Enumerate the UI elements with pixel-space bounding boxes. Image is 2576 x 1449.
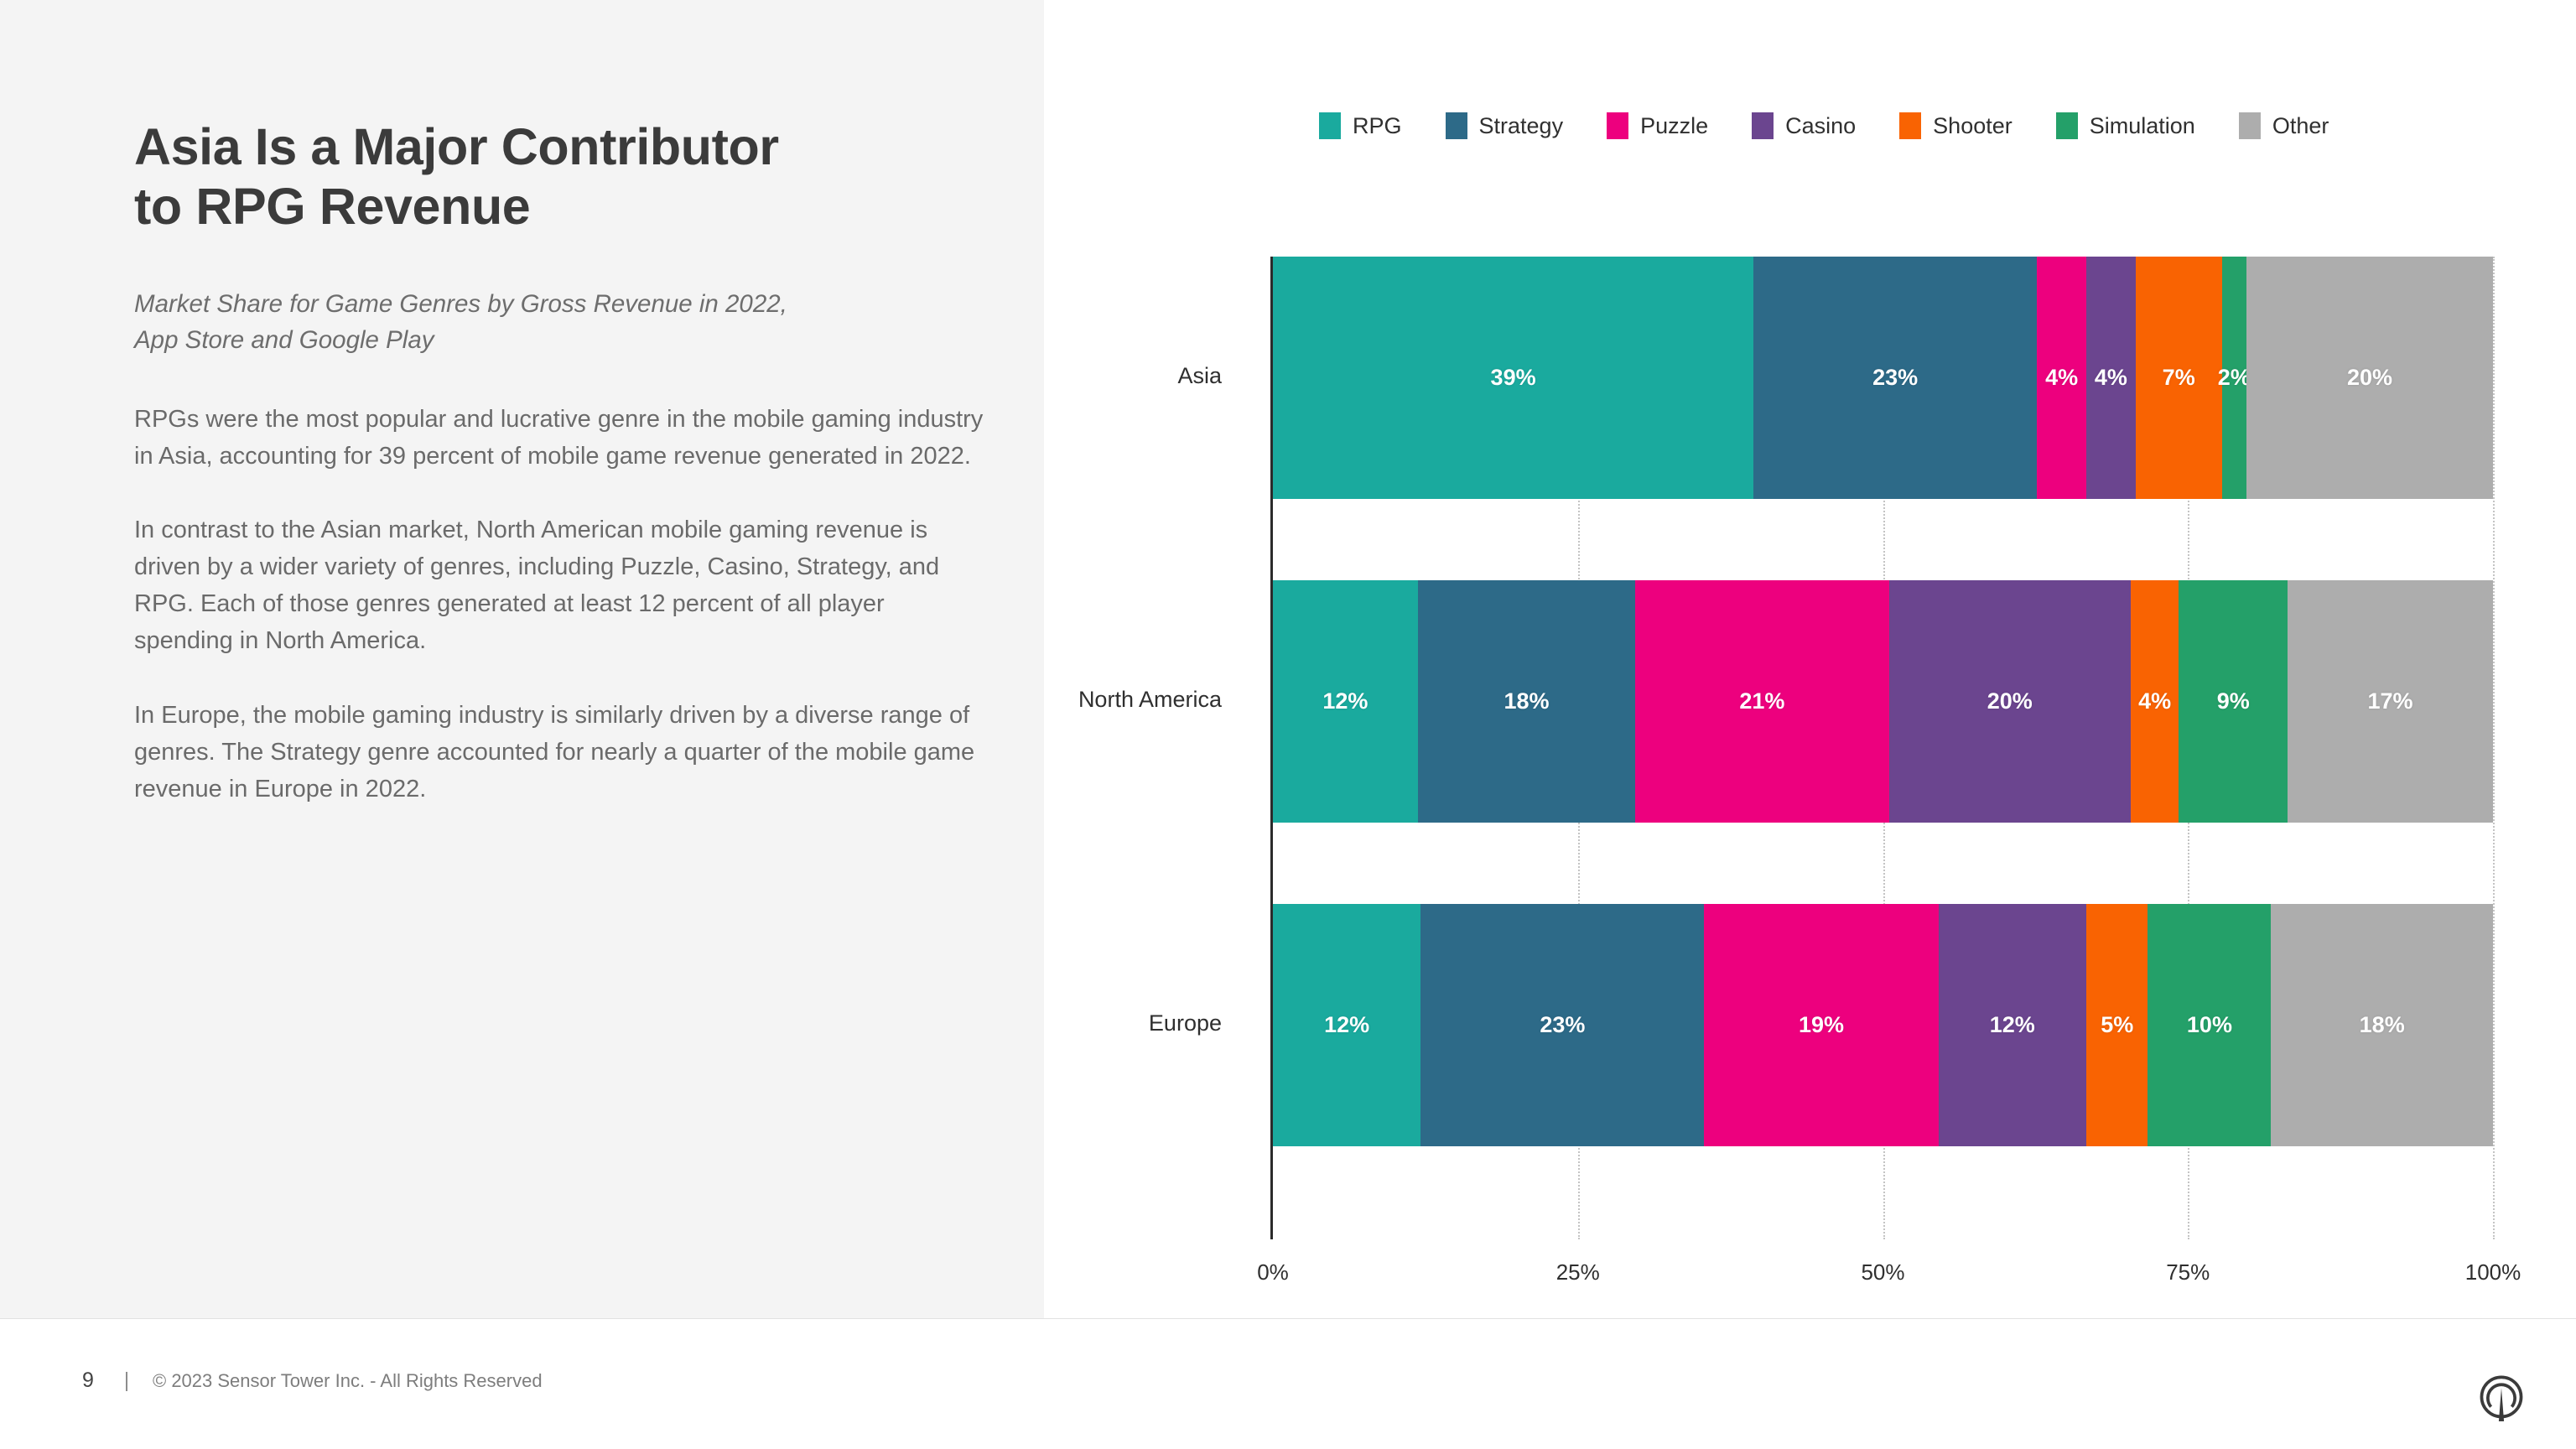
bar-row-europe: 12% 23% 19% 12% 5% 10% 18% <box>1273 904 2493 1146</box>
bar-segment-simulation[interactable]: 9% <box>2179 580 2288 823</box>
bar-segment-casino[interactable]: 12% <box>1938 904 2086 1146</box>
legend-label: RPG <box>1353 112 1402 138</box>
bar-segment-value: 17% <box>2367 688 2413 714</box>
bar-segment-value: 4% <box>2138 688 2172 714</box>
x-tick-label: 75% <box>2166 1259 2210 1285</box>
legend-item-puzzle[interactable]: Puzzle <box>1607 112 1708 139</box>
category-label-europe: Europe <box>1148 1010 1222 1036</box>
bar-segment-value: 23% <box>1872 365 1919 390</box>
page-number: 9 <box>82 1368 94 1392</box>
legend-item-shooter[interactable]: Shooter <box>1899 112 2012 139</box>
bar-segment-casino[interactable]: 4% <box>2085 257 2136 499</box>
x-tick-label: 100% <box>2464 1259 2521 1285</box>
bar-segment-puzzle[interactable]: 4% <box>2037 257 2086 499</box>
bar-segment-value: 4% <box>2094 365 2127 390</box>
bar-segment-value: 7% <box>2162 365 2195 390</box>
bar-segment-rpg[interactable]: 12% <box>1273 580 1418 823</box>
bar-segment-rpg[interactable]: 39% <box>1273 257 1754 499</box>
legend-label: Shooter <box>1933 112 2012 138</box>
legend-swatch-icon <box>1899 112 1922 139</box>
slide: Asia Is a Major Contributor to RPG Reven… <box>0 0 2576 1449</box>
bar-row-asia: 39% 23% 4% 4% 7% 2% 20% <box>1273 257 2493 499</box>
bar-row-north-america: 12% 18% 21% 20% 4% 9% 17% <box>1273 580 2493 823</box>
bar-segment-value: 21% <box>1739 688 1785 714</box>
bar-segment-other[interactable]: 17% <box>2288 580 2493 823</box>
page-subtitle: Market Share for Game Genres by Gross Re… <box>134 289 787 355</box>
bar-segment-value: 19% <box>1798 1012 1845 1037</box>
left-text-panel: Asia Is a Major Contributor to RPG Reven… <box>0 0 1044 1318</box>
legend-label: Casino <box>1785 112 1857 138</box>
bar-segment-strategy[interactable]: 18% <box>1417 580 1636 823</box>
body-paragraph-3: In Europe, the mobile gaming industry is… <box>134 701 975 802</box>
chart-plot-area: SensorTower 39%23%4%4%7%2%20%12%18%21%20… <box>1078 257 2521 1285</box>
bar-segment-strategy[interactable]: 23% <box>1753 257 2038 499</box>
bar-segment-simulation[interactable]: 2% <box>2218 257 2251 499</box>
bar-segment-value: 9% <box>2216 688 2250 714</box>
bar-segment-puzzle[interactable]: 19% <box>1704 904 1939 1146</box>
category-label-north-america: North America <box>1078 686 1222 712</box>
bar-segment-value: 10% <box>2186 1012 2232 1037</box>
bar-segment-shooter[interactable]: 7% <box>2135 257 2222 499</box>
bar-segment-puzzle[interactable]: 21% <box>1635 580 1889 823</box>
bar-segment-value: 23% <box>1540 1012 1586 1037</box>
legend-swatch-icon <box>1607 112 1629 139</box>
legend-label: Other <box>2272 112 2329 138</box>
bar-segment-other[interactable]: 18% <box>2271 904 2493 1146</box>
bar-segment-value: 18% <box>2359 1012 2405 1037</box>
bar-segment-simulation[interactable]: 10% <box>2148 904 2272 1146</box>
bar-segment-value: 12% <box>1322 688 1368 714</box>
legend-swatch-icon <box>2238 112 2261 139</box>
bar-segment-value: 18% <box>1504 688 1550 714</box>
page-title: Asia Is a Major Contributor to RPG Reven… <box>134 118 779 236</box>
x-tick-label: 0% <box>1257 1259 1289 1285</box>
bar-segment-shooter[interactable]: 5% <box>2085 904 2148 1146</box>
x-tick-label: 50% <box>1861 1259 1905 1285</box>
bar-segment-shooter[interactable]: 4% <box>2130 580 2179 823</box>
category-label-asia: Asia <box>1177 362 1222 388</box>
bar-segment-casino[interactable]: 20% <box>1888 580 2131 823</box>
bar-segment-value: 4% <box>2045 365 2079 390</box>
legend-item-rpg[interactable]: RPG <box>1319 112 1402 139</box>
bar-segment-value: 39% <box>1490 365 1536 390</box>
legend-item-simulation[interactable]: Simulation <box>2055 112 2195 139</box>
bar-segment-strategy[interactable]: 23% <box>1420 904 1705 1146</box>
footer-left-group: 9 | © 2023 Sensor Tower Inc. - All Right… <box>82 1368 543 1393</box>
legend-swatch-icon <box>1445 112 1467 139</box>
copyright-text: © 2023 Sensor Tower Inc. - All Rights Re… <box>153 1369 543 1391</box>
legend-swatch-icon <box>2055 112 2078 139</box>
bar-segment-other[interactable]: 20% <box>2246 257 2493 499</box>
bar-segment-rpg[interactable]: 12% <box>1273 904 1421 1146</box>
bar-segment-value: 5% <box>2101 1012 2134 1037</box>
body-paragraph-1: RPGs were the most popular and lucrative… <box>134 406 984 470</box>
legend-label: Simulation <box>2089 112 2195 138</box>
legend-item-casino[interactable]: Casino <box>1752 112 1856 139</box>
legend-label: Puzzle <box>1640 112 1709 138</box>
footer-separator: | <box>123 1368 130 1392</box>
x-tick-label: 25% <box>1555 1259 1600 1285</box>
gridline-100 <box>2493 257 2495 1239</box>
legend-swatch-icon <box>1319 112 1341 139</box>
legend-label: Strategy <box>1478 112 1564 138</box>
bar-segment-value: 12% <box>1989 1012 2035 1037</box>
bar-segment-value: 2% <box>2217 365 2251 390</box>
body-paragraph-2: In contrast to the Asian market, North A… <box>134 517 940 655</box>
left-panel-content: Asia Is a Major Contributor to RPG Reven… <box>134 117 989 832</box>
legend-item-strategy[interactable]: Strategy <box>1445 112 1564 139</box>
chart-container: RPG Strategy Puzzle Casino Shooter Simulation… <box>1044 0 2576 1318</box>
bar-segment-value: 20% <box>1987 688 2033 714</box>
chart-legend: RPG Strategy Puzzle Casino Shooter Simulation… <box>1319 112 2372 139</box>
legend-item-other[interactable]: Other <box>2238 112 2329 139</box>
bar-segment-value: 12% <box>1324 1012 1370 1037</box>
bar-segment-value: 20% <box>2346 365 2393 390</box>
legend-swatch-icon <box>1752 112 1774 139</box>
sensor-tower-logo-icon <box>2480 1375 2523 1422</box>
